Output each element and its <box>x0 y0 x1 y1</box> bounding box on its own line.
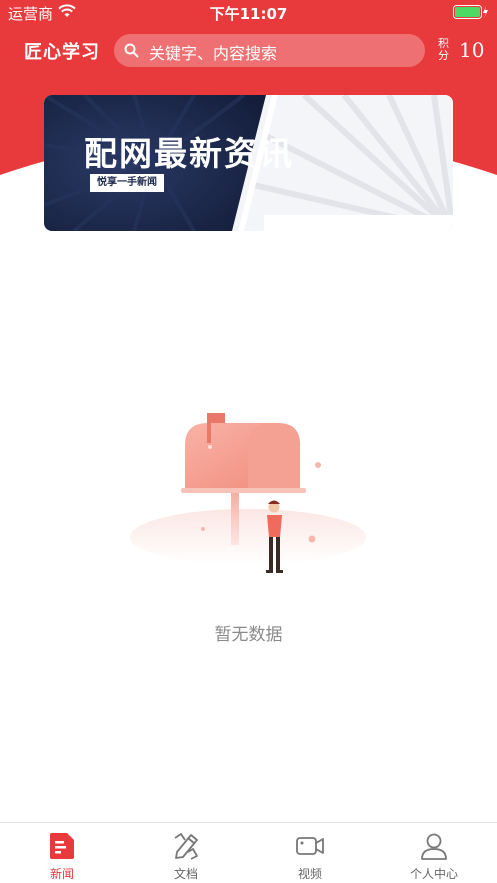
tab-label: 视频 <box>297 867 322 881</box>
points-label: 积分 <box>438 37 449 62</box>
search-placeholder: 关键字、内容搜索 <box>149 44 278 63</box>
tab-videos[interactable]: 视频 <box>248 823 372 883</box>
document-edit-icon <box>174 833 198 860</box>
tab-profile[interactable]: 个人中心 <box>372 823 496 883</box>
video-camera-icon <box>296 837 324 855</box>
points-value[interactable]: 10 <box>459 38 484 62</box>
tab-bar: 新闻 文档 视频 个人中心 <box>0 822 497 883</box>
status-bar: 运营商 下午11:07 <box>0 0 497 26</box>
clock: 下午11:07 <box>209 5 288 23</box>
tab-label: 文档 <box>173 867 198 881</box>
empty-mailbox-illustration <box>130 413 366 573</box>
tab-label: 新闻 <box>49 867 74 881</box>
search-icon <box>124 43 139 58</box>
search-input[interactable]: 关键字、内容搜索 <box>114 34 425 67</box>
user-icon <box>421 833 447 860</box>
app-title: 匠心学习 <box>24 42 100 63</box>
empty-state-message: 暂无数据 <box>214 625 283 645</box>
news-icon <box>50 833 74 859</box>
tab-news[interactable]: 新闻 <box>0 823 124 883</box>
banner-title: 配网最新资讯 <box>84 134 294 173</box>
tab-label: 个人中心 <box>409 867 458 881</box>
banner-tagline: 悦享一手新闻 <box>90 174 164 192</box>
battery-icon <box>453 5 488 19</box>
news-banner[interactable]: 配网最新资讯 悦享一手新闻 <box>44 95 453 231</box>
tab-documents[interactable]: 文档 <box>124 823 248 883</box>
